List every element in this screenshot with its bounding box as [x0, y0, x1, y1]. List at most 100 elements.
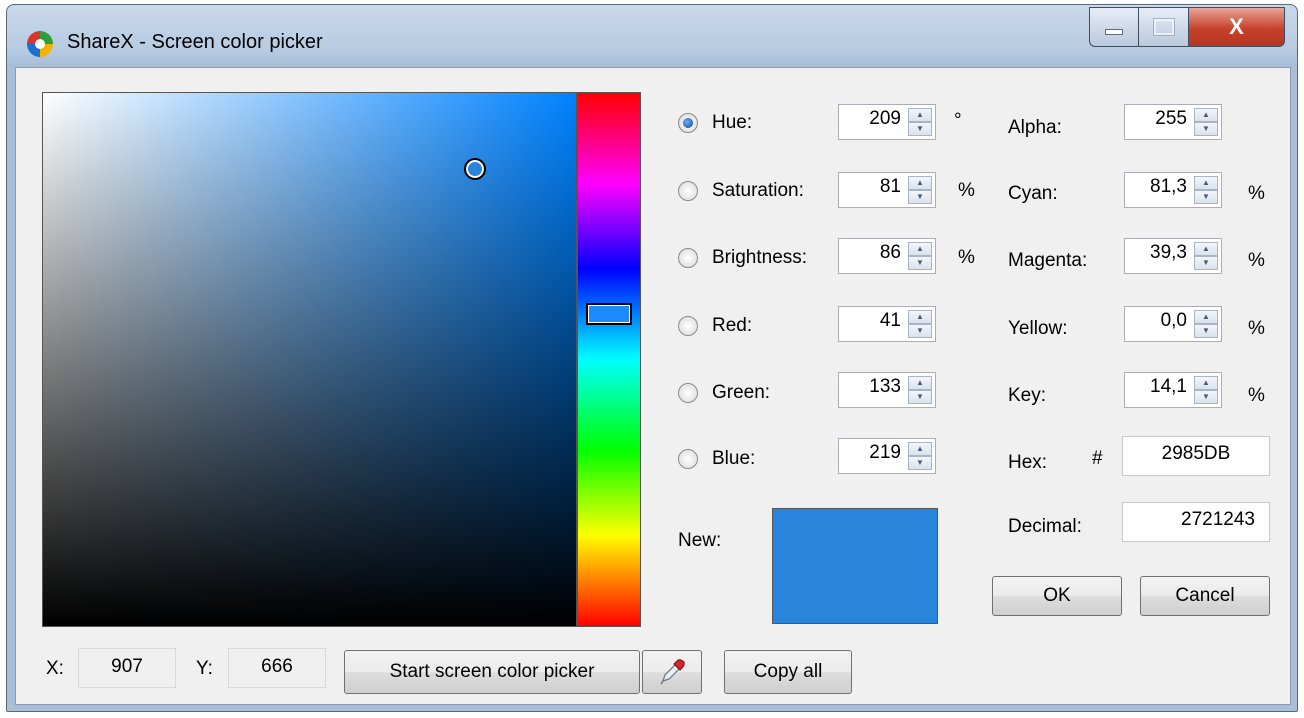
hue-radio[interactable] [678, 113, 698, 133]
y-coordinate-label: Y: [196, 658, 213, 679]
color-picker-window: ShareX - Screen color picker X Hue: 209 … [6, 4, 1298, 712]
down-arrow-icon[interactable]: ▼ [908, 390, 932, 404]
maximize-button [1139, 7, 1189, 47]
color-selector-cursor[interactable] [464, 158, 486, 180]
hue-stepper[interactable]: 209 ▲ ▼ [838, 104, 936, 140]
hex-prefix: # [1092, 448, 1103, 469]
hex-input[interactable]: 2985DB [1122, 436, 1270, 476]
green-value[interactable]: 133 [841, 376, 901, 398]
down-arrow-icon[interactable]: ▼ [1194, 190, 1218, 204]
eyedropper-icon [660, 659, 685, 685]
green-label: Green: [712, 382, 771, 403]
brightness-value[interactable]: 86 [841, 242, 901, 264]
hue-unit: ° [954, 110, 962, 131]
alpha-value[interactable]: 255 [1127, 108, 1187, 130]
magenta-stepper[interactable]: 39,3 ▲ ▼ [1124, 238, 1222, 274]
blue-radio[interactable] [678, 449, 698, 469]
up-arrow-icon[interactable]: ▲ [908, 176, 932, 190]
red-radio[interactable] [678, 316, 698, 336]
red-stepper[interactable]: 41 ▲ ▼ [838, 306, 936, 342]
saturation-value[interactable]: 81 [841, 176, 901, 198]
hue-slider-handle[interactable] [586, 303, 632, 325]
brightness-label: Brightness: [712, 247, 808, 268]
sharex-logo-icon [27, 31, 53, 57]
up-arrow-icon[interactable]: ▲ [908, 242, 932, 256]
up-arrow-icon[interactable]: ▲ [908, 108, 932, 122]
green-radio[interactable] [678, 383, 698, 403]
minimize-icon [1105, 29, 1123, 35]
yellow-stepper[interactable]: 0,0 ▲ ▼ [1124, 306, 1222, 342]
down-arrow-icon[interactable]: ▼ [1194, 390, 1218, 404]
cyan-stepper[interactable]: 81,3 ▲ ▼ [1124, 172, 1222, 208]
hue-value[interactable]: 209 [841, 108, 901, 130]
saturation-radio[interactable] [678, 181, 698, 201]
up-arrow-icon[interactable]: ▲ [908, 442, 932, 456]
decimal-label: Decimal: [1008, 516, 1082, 537]
brightness-unit: % [958, 247, 975, 268]
yellow-unit: % [1248, 318, 1265, 339]
green-stepper[interactable]: 133 ▲ ▼ [838, 372, 936, 408]
cyan-value[interactable]: 81,3 [1127, 176, 1187, 198]
key-stepper[interactable]: 14,1 ▲ ▼ [1124, 372, 1222, 408]
key-unit: % [1248, 385, 1265, 406]
blue-label: Blue: [712, 448, 756, 469]
hue-slider[interactable] [577, 92, 641, 627]
eyedropper-button[interactable] [642, 650, 702, 694]
up-arrow-icon[interactable]: ▲ [1194, 310, 1218, 324]
y-coordinate-value: 666 [228, 648, 326, 688]
red-value[interactable]: 41 [841, 310, 901, 332]
copy-all-button[interactable]: Copy all [724, 650, 852, 694]
key-value[interactable]: 14,1 [1127, 376, 1187, 398]
maximize-icon [1152, 18, 1175, 36]
cyan-unit: % [1248, 183, 1265, 204]
up-arrow-icon[interactable]: ▲ [1194, 242, 1218, 256]
brightness-radio[interactable] [678, 248, 698, 268]
down-arrow-icon[interactable]: ▼ [908, 256, 932, 270]
yellow-label: Yellow: [1008, 318, 1068, 339]
magenta-unit: % [1248, 250, 1265, 271]
ok-button[interactable]: OK [992, 576, 1122, 616]
down-arrow-icon[interactable]: ▼ [908, 456, 932, 470]
window-title: ShareX - Screen color picker [67, 31, 323, 53]
saturation-brightness-picker[interactable] [42, 92, 577, 627]
cyan-label: Cyan: [1008, 183, 1058, 204]
title-bar[interactable]: ShareX - Screen color picker X [7, 5, 1297, 69]
down-arrow-icon[interactable]: ▼ [1194, 256, 1218, 270]
close-button[interactable]: X [1189, 7, 1285, 47]
blue-stepper[interactable]: 219 ▲ ▼ [838, 438, 936, 474]
hue-label: Hue: [712, 112, 753, 133]
yellow-value[interactable]: 0,0 [1127, 310, 1187, 332]
cancel-button[interactable]: Cancel [1140, 576, 1270, 616]
saturation-stepper[interactable]: 81 ▲ ▼ [838, 172, 936, 208]
decimal-input[interactable]: 2721243 [1122, 502, 1270, 542]
saturation-unit: % [958, 180, 975, 201]
magenta-value[interactable]: 39,3 [1127, 242, 1187, 264]
key-label: Key: [1008, 385, 1047, 406]
down-arrow-icon[interactable]: ▼ [1194, 122, 1218, 136]
start-screen-color-picker-button[interactable]: Start screen color picker [344, 650, 640, 694]
saturation-label: Saturation: [712, 180, 804, 201]
new-color-swatch [772, 508, 938, 624]
new-color-label: New: [678, 530, 722, 551]
x-coordinate-value: 907 [78, 648, 176, 688]
up-arrow-icon[interactable]: ▲ [1194, 376, 1218, 390]
blue-value[interactable]: 219 [841, 442, 901, 464]
magenta-label: Magenta: [1008, 250, 1088, 271]
up-arrow-icon[interactable]: ▲ [1194, 108, 1218, 122]
dialog-client-area: Hue: 209 ▲ ▼ ° Saturation: 81 ▲ ▼ % Bright… [15, 67, 1291, 705]
up-arrow-icon[interactable]: ▲ [1194, 176, 1218, 190]
down-arrow-icon[interactable]: ▼ [908, 324, 932, 338]
x-coordinate-label: X: [46, 658, 64, 679]
alpha-label: Alpha: [1008, 117, 1062, 138]
hex-label: Hex: [1008, 452, 1048, 473]
close-icon: X [1229, 14, 1244, 39]
alpha-stepper[interactable]: 255 ▲ ▼ [1124, 104, 1222, 140]
down-arrow-icon[interactable]: ▼ [908, 190, 932, 204]
down-arrow-icon[interactable]: ▼ [1194, 324, 1218, 338]
down-arrow-icon[interactable]: ▼ [908, 122, 932, 136]
red-label: Red: [712, 315, 753, 336]
minimize-button[interactable] [1089, 7, 1139, 47]
up-arrow-icon[interactable]: ▲ [908, 310, 932, 324]
up-arrow-icon[interactable]: ▲ [908, 376, 932, 390]
brightness-stepper[interactable]: 86 ▲ ▼ [838, 238, 936, 274]
